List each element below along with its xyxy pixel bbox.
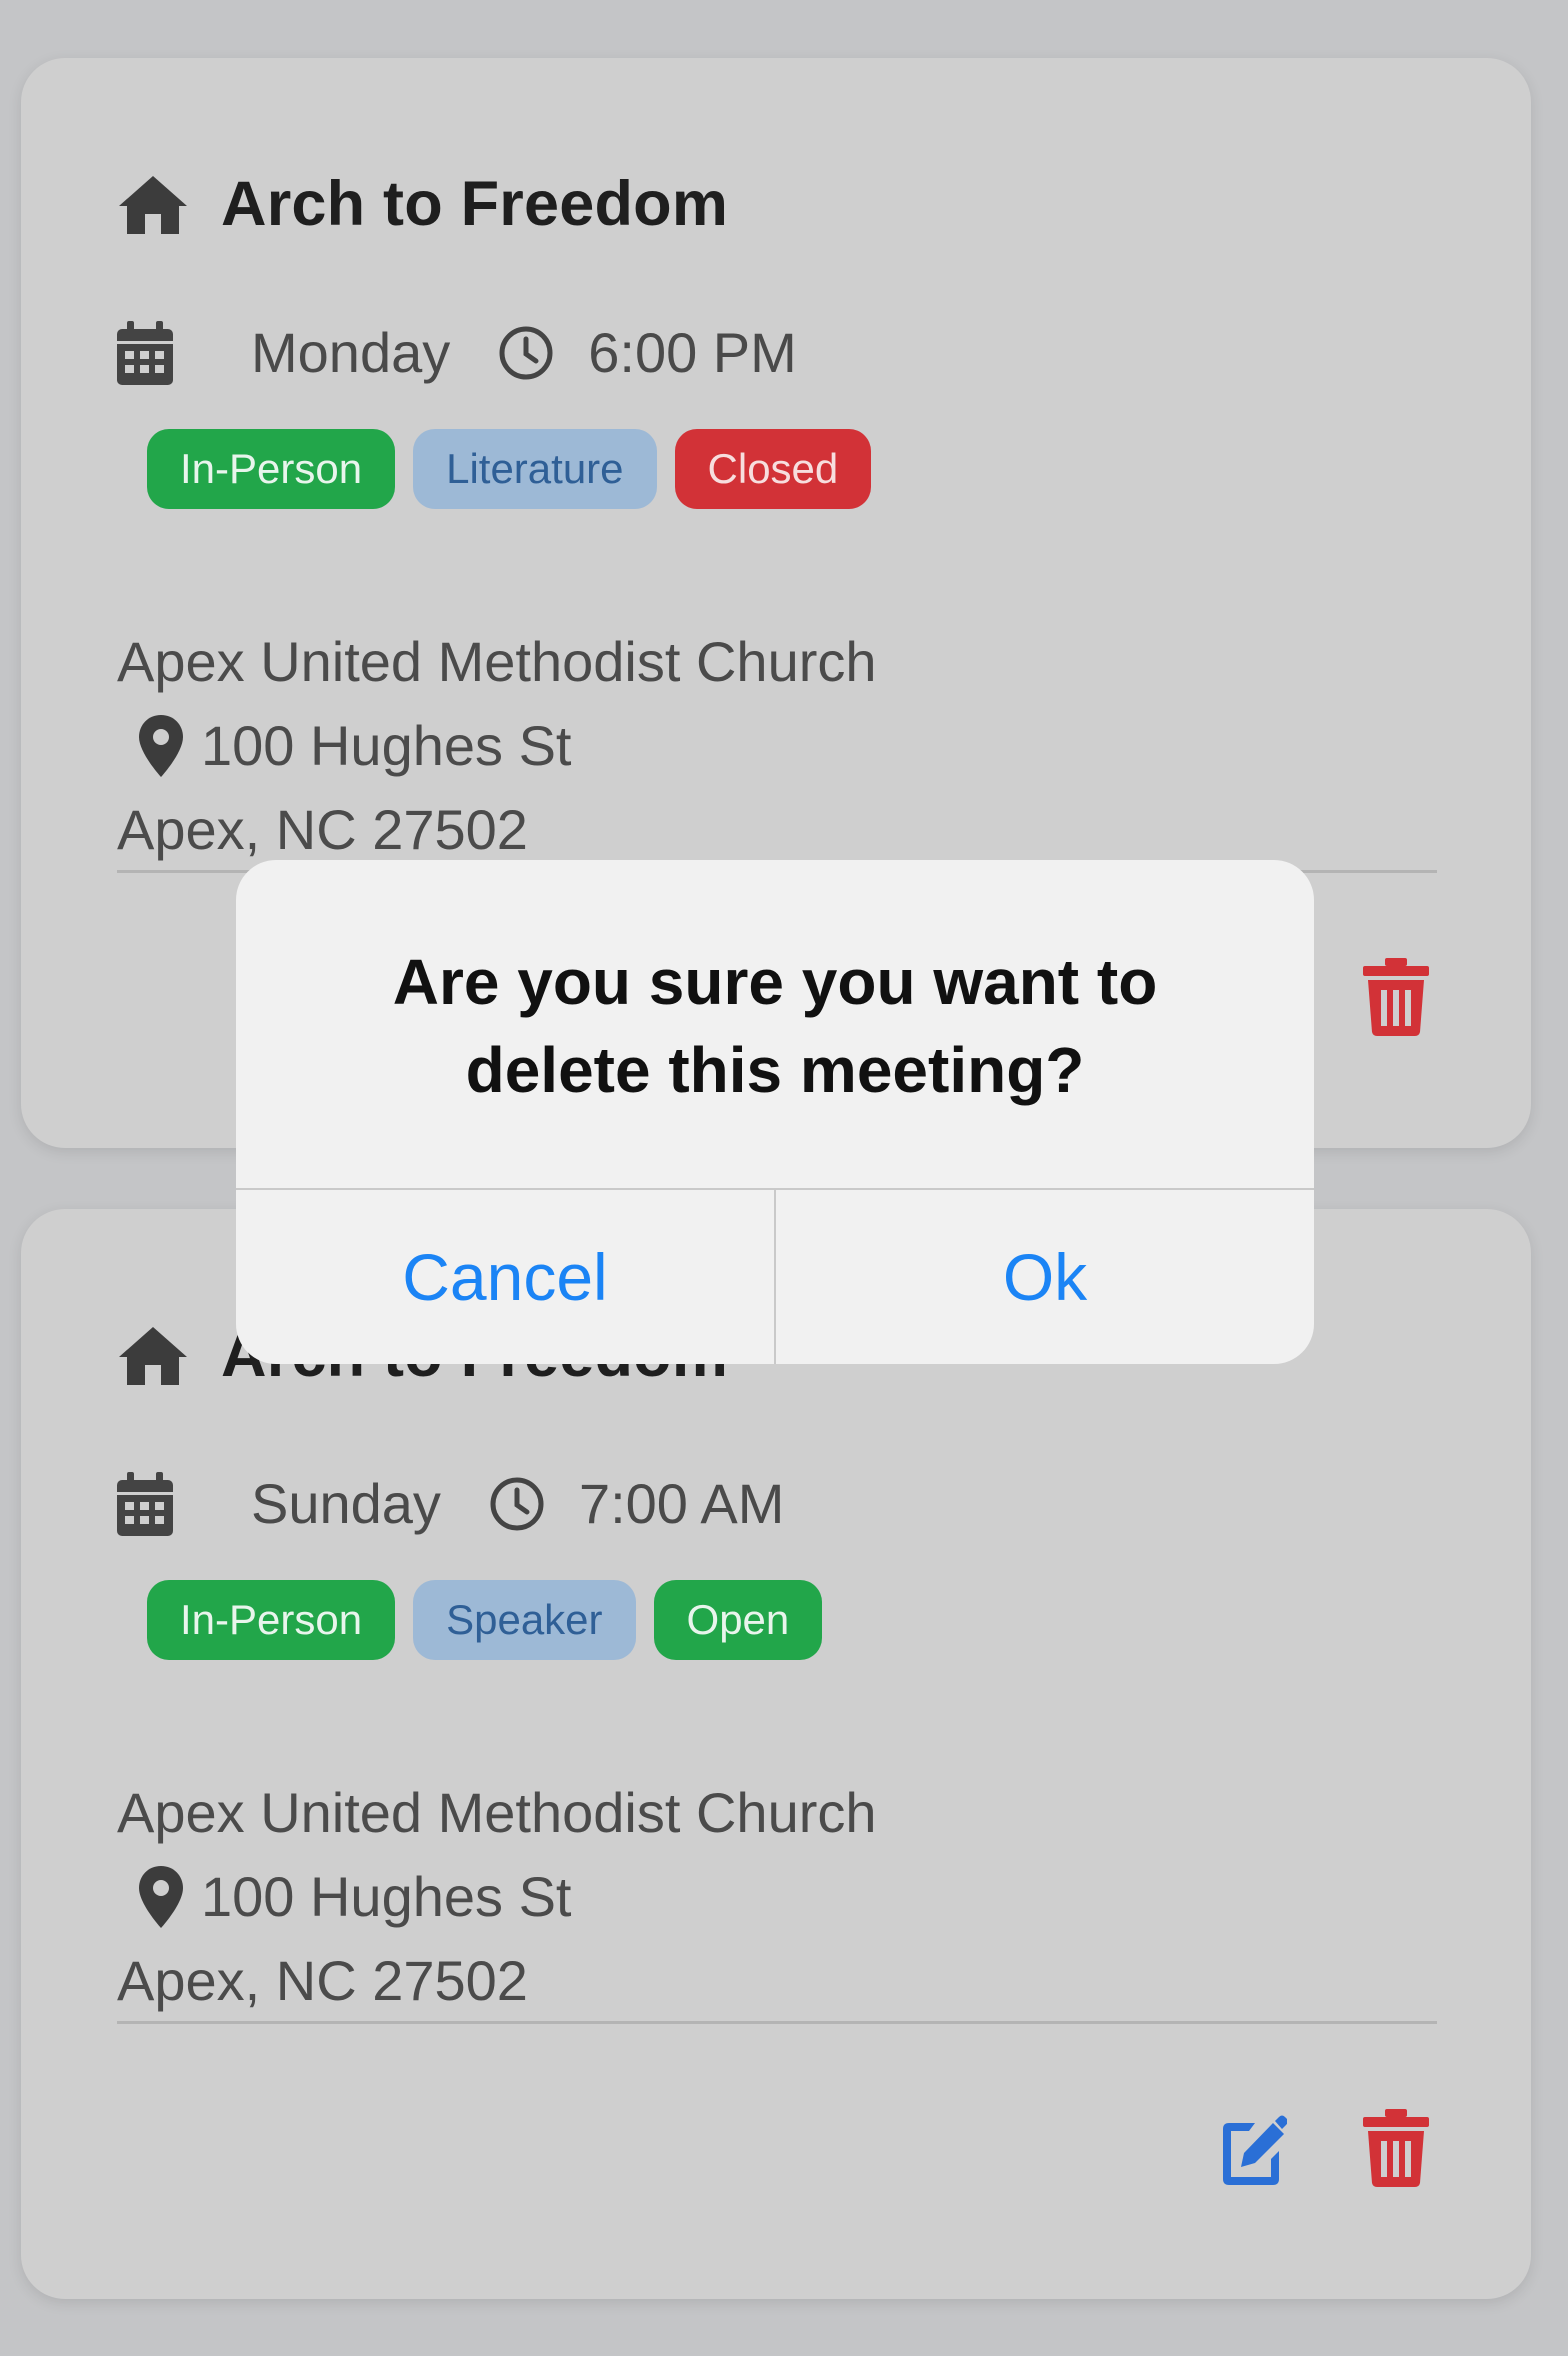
dialog-message: Are you sure you want to delete this mee… — [392, 946, 1158, 1106]
tag-open: Open — [653, 1580, 823, 1660]
home-icon — [119, 1327, 187, 1385]
calendar-icon — [117, 320, 173, 385]
map-pin-icon — [139, 1866, 183, 1928]
clock-icon — [490, 1477, 544, 1530]
meeting-tags: In-Person Literature Closed — [147, 429, 872, 509]
city-line: Apex, NC 27502 — [117, 1949, 528, 2012]
ok-button[interactable]: Ok — [774, 1190, 1314, 1364]
clock-icon — [499, 326, 553, 379]
map-pin-icon — [139, 715, 183, 777]
tag-literature: Literature — [413, 429, 657, 509]
meeting-day: Monday — [251, 321, 451, 384]
card-actions — [1217, 2109, 1431, 2187]
card-actions — [1361, 958, 1431, 1036]
meeting-address: Apex United Methodist Church 100 Hughes … — [117, 620, 877, 872]
meeting-time: 7:00 AM — [578, 1472, 785, 1535]
meeting-day: Sunday — [251, 1472, 441, 1535]
street-line: 100 Hughes St — [117, 1855, 877, 1939]
edit-icon[interactable] — [1217, 2109, 1287, 2187]
cancel-button[interactable]: Cancel — [236, 1190, 774, 1364]
tag-in-person: In-Person — [147, 1580, 396, 1660]
tag-speaker: Speaker — [413, 1580, 636, 1660]
delete-confirm-dialog: Are you sure you want to delete this mee… — [236, 860, 1314, 1364]
meeting-time: 6:00 PM — [588, 321, 797, 384]
street-address: 100 Hughes St — [201, 1865, 572, 1928]
meeting-address: Apex United Methodist Church 100 Hughes … — [117, 1771, 877, 2023]
meeting-card-2: Arch to Freedom Sunday 7:00 AM In-Person… — [21, 1209, 1531, 2299]
street-address: 100 Hughes St — [201, 714, 572, 777]
tag-in-person: In-Person — [147, 429, 396, 509]
location-name: Apex United Methodist Church — [117, 630, 877, 693]
home-icon — [119, 176, 187, 234]
tag-closed: Closed — [674, 429, 872, 509]
trash-icon[interactable] — [1361, 958, 1431, 1036]
meeting-tags: In-Person Speaker Open — [147, 1580, 823, 1660]
street-line: 100 Hughes St — [117, 704, 877, 788]
meeting-title: Arch to Freedom — [221, 169, 729, 239]
meeting-title-row: Arch to Freedom — [117, 168, 728, 240]
dialog-buttons: Cancel Ok — [236, 1188, 1314, 1364]
schedule-row: Sunday 7:00 AM — [117, 1471, 784, 1536]
calendar-icon — [117, 1471, 173, 1536]
location-name: Apex United Methodist Church — [117, 1781, 877, 1844]
trash-icon[interactable] — [1361, 2109, 1431, 2187]
divider — [117, 2021, 1437, 2024]
schedule-row: Monday 6:00 PM — [117, 320, 797, 385]
